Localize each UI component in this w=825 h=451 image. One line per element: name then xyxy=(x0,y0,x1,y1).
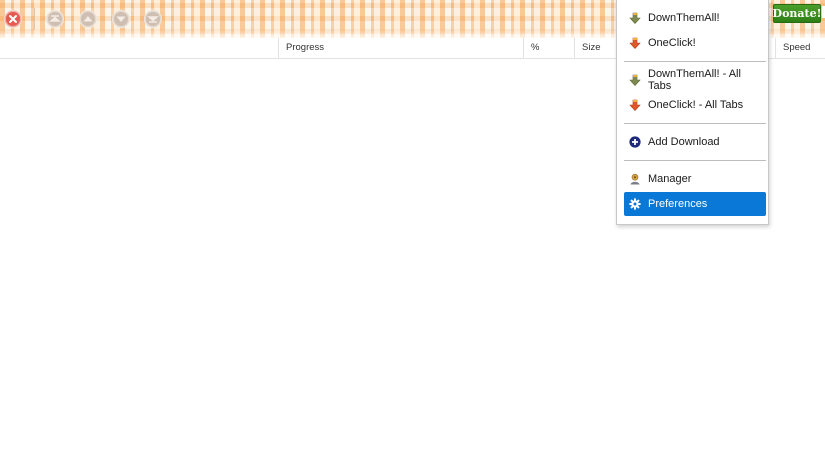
menu-item-preferences[interactable]: Preferences xyxy=(624,192,766,216)
move-bottom-icon xyxy=(144,10,162,28)
column-name[interactable] xyxy=(0,38,278,58)
column-percent[interactable]: % xyxy=(523,38,574,58)
menu-item-label: DownThemAll! xyxy=(648,12,720,24)
move-up-icon xyxy=(79,10,97,28)
downthemall-arrow-icon xyxy=(629,12,641,24)
move-down-button[interactable] xyxy=(112,10,130,28)
oneclick-arrow-icon xyxy=(629,99,641,111)
menu-item-label: Preferences xyxy=(648,198,708,210)
menu-item-label: Manager xyxy=(648,173,692,185)
menu-item-label: Add Download xyxy=(648,136,720,148)
menu-separator xyxy=(624,61,766,62)
menu-item-label: DownThemAll! - All Tabs xyxy=(648,68,741,92)
manager-icon xyxy=(629,173,641,185)
move-top-button[interactable] xyxy=(46,10,64,28)
move-bottom-button[interactable] xyxy=(144,10,162,28)
move-top-icon xyxy=(46,10,64,28)
menu-item-label: OneClick! xyxy=(648,37,696,49)
menu-item-downthemall-all-tabs[interactable]: DownThemAll! - All Tabs xyxy=(624,68,766,92)
dropdown-menu: DownThemAll! OneClick! DownThemAll! - Al… xyxy=(616,0,769,225)
menu-item-label: OneClick! - All Tabs xyxy=(648,99,744,111)
menu-item-oneclick[interactable]: OneClick! xyxy=(624,31,766,55)
column-size[interactable]: Size xyxy=(574,38,616,58)
toolbar-separator xyxy=(34,8,35,30)
donate-button[interactable]: Donate! xyxy=(773,4,821,23)
column-progress[interactable]: Progress xyxy=(278,38,523,58)
downthemall-arrow-icon xyxy=(629,74,641,86)
oneclick-arrow-icon xyxy=(629,37,641,49)
remove-button[interactable] xyxy=(4,10,22,28)
move-up-button[interactable] xyxy=(79,10,97,28)
menu-item-oneclick-all-tabs[interactable]: OneClick! - All Tabs xyxy=(624,93,766,117)
menu-separator xyxy=(624,123,766,124)
menu-item-downthemall[interactable]: DownThemAll! xyxy=(624,6,766,30)
remove-icon xyxy=(4,10,22,28)
menu-separator xyxy=(624,160,766,161)
gear-icon xyxy=(629,198,641,210)
column-speed[interactable]: Speed xyxy=(775,38,825,58)
add-circle-icon xyxy=(629,136,641,148)
menu-item-add-download[interactable]: Add Download xyxy=(624,130,766,154)
menu-item-manager[interactable]: Manager xyxy=(624,167,766,191)
move-down-icon xyxy=(112,10,130,28)
